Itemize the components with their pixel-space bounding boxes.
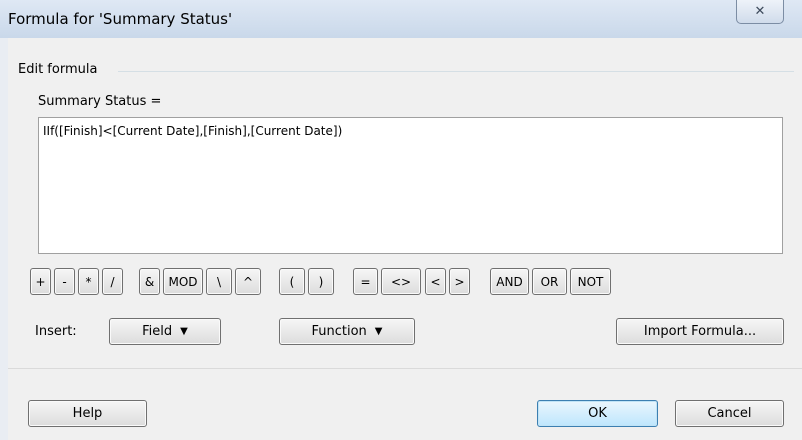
operator-button-and[interactable]: AND [490,268,529,295]
operator-button-not[interactable]: NOT [570,268,611,295]
insert-field-label: Field [142,324,173,339]
operator-button-not-equal[interactable]: <> [381,268,421,295]
import-formula-button[interactable]: Import Formula... [616,318,784,345]
cancel-button[interactable]: Cancel [675,400,784,427]
chevron-down-icon: ▼ [180,326,188,337]
operator-button-or[interactable]: OR [532,268,567,295]
close-icon: ✕ [754,4,766,19]
edit-formula-group-label: Edit formula [18,62,100,77]
operator-button-greater-than[interactable]: > [449,268,470,295]
insert-field-button[interactable]: Field ▼ [109,318,221,345]
operator-button-plus[interactable]: + [30,268,51,295]
insert-function-label: Function [311,324,367,339]
dialog-body: Edit formula Summary Status = IIf([Finis… [8,38,802,440]
operator-button-int-divide[interactable]: \ [206,268,232,295]
formula-text: IIf([Finish]<[Current Date],[Finish],[Cu… [43,124,343,138]
operator-button-open-paren[interactable]: ( [279,268,305,295]
operator-button-concat[interactable]: & [139,268,160,295]
operator-button-multiply[interactable]: * [78,268,99,295]
operator-button-less-than[interactable]: < [425,268,446,295]
operator-button-power[interactable]: ^ [235,268,261,295]
operator-button-mod[interactable]: MOD [163,268,203,295]
operator-button-equals[interactable]: = [353,268,378,295]
window-title: Formula for 'Summary Status' [8,10,233,28]
help-button[interactable]: Help [28,400,147,427]
operator-button-minus[interactable]: - [54,268,75,295]
title-bar: Formula for 'Summary Status' ✕ [0,0,802,38]
close-button[interactable]: ✕ [736,0,784,24]
operator-button-close-paren[interactable]: ) [308,268,334,295]
group-divider [118,71,794,72]
ok-button[interactable]: OK [537,400,658,427]
footer-divider [8,368,802,369]
insert-function-button[interactable]: Function ▼ [279,318,415,345]
insert-label: Insert: [35,324,77,339]
chevron-down-icon: ▼ [374,326,383,337]
operator-button-divide[interactable]: / [102,268,123,295]
formula-field-label: Summary Status = [38,94,162,109]
formula-editor[interactable]: IIf([Finish]<[Current Date],[Finish],[Cu… [38,117,783,254]
